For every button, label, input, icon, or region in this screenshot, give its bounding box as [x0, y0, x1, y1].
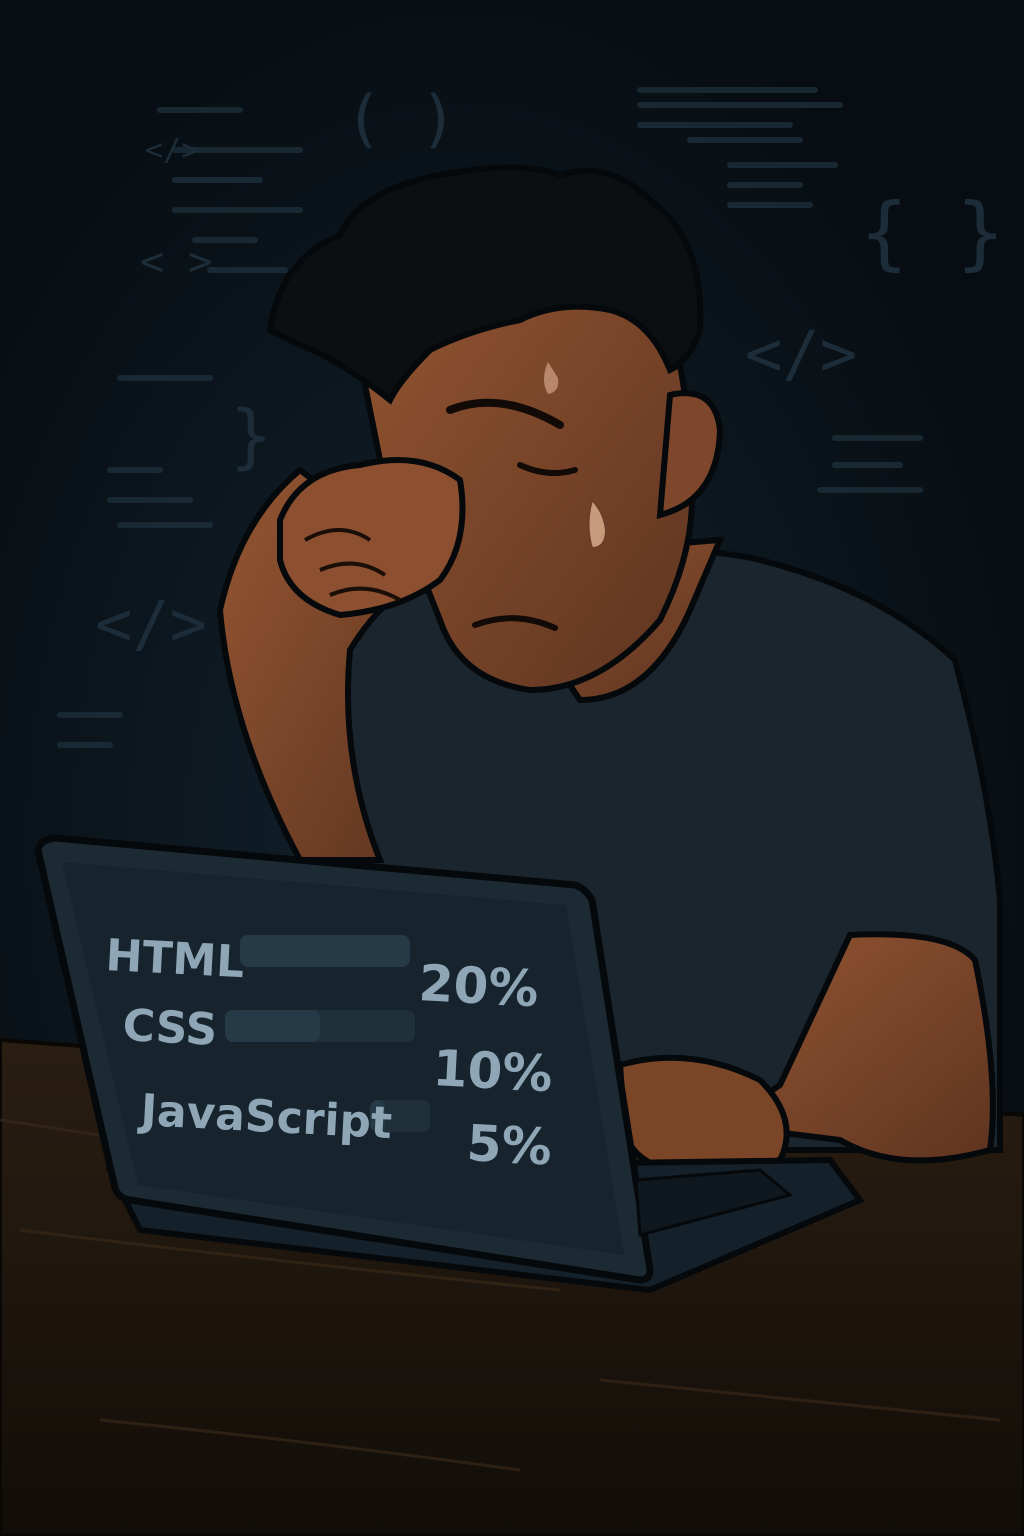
- glyph-tag-top: </>: [145, 133, 199, 168]
- glyph-tag-left: </>: [95, 587, 207, 660]
- glyph-braces-top: { }: [860, 186, 1005, 279]
- skill-percent-css: 10%: [431, 1039, 554, 1103]
- glyph-tag-right: </>: [745, 317, 857, 390]
- skill-percent-javascript: 5%: [465, 1114, 553, 1176]
- illustration-canvas: ( ) { } </> < > } </> { } </>: [0, 0, 1024, 1536]
- glyph-angles-left: < >: [140, 239, 212, 285]
- skill-percent-html: 20%: [417, 954, 540, 1018]
- skill-bar-fill: [240, 935, 410, 967]
- skill-bar-fill: [225, 1010, 320, 1042]
- glyph-parens: ( ): [345, 82, 457, 155]
- skill-label-html: HTML: [104, 930, 245, 988]
- illustration-scene: ( ) { } </> < > } </> { } </>: [0, 0, 1024, 1536]
- glyph-brace-mid: }: [230, 395, 272, 477]
- skill-label-css: CSS: [121, 1000, 218, 1056]
